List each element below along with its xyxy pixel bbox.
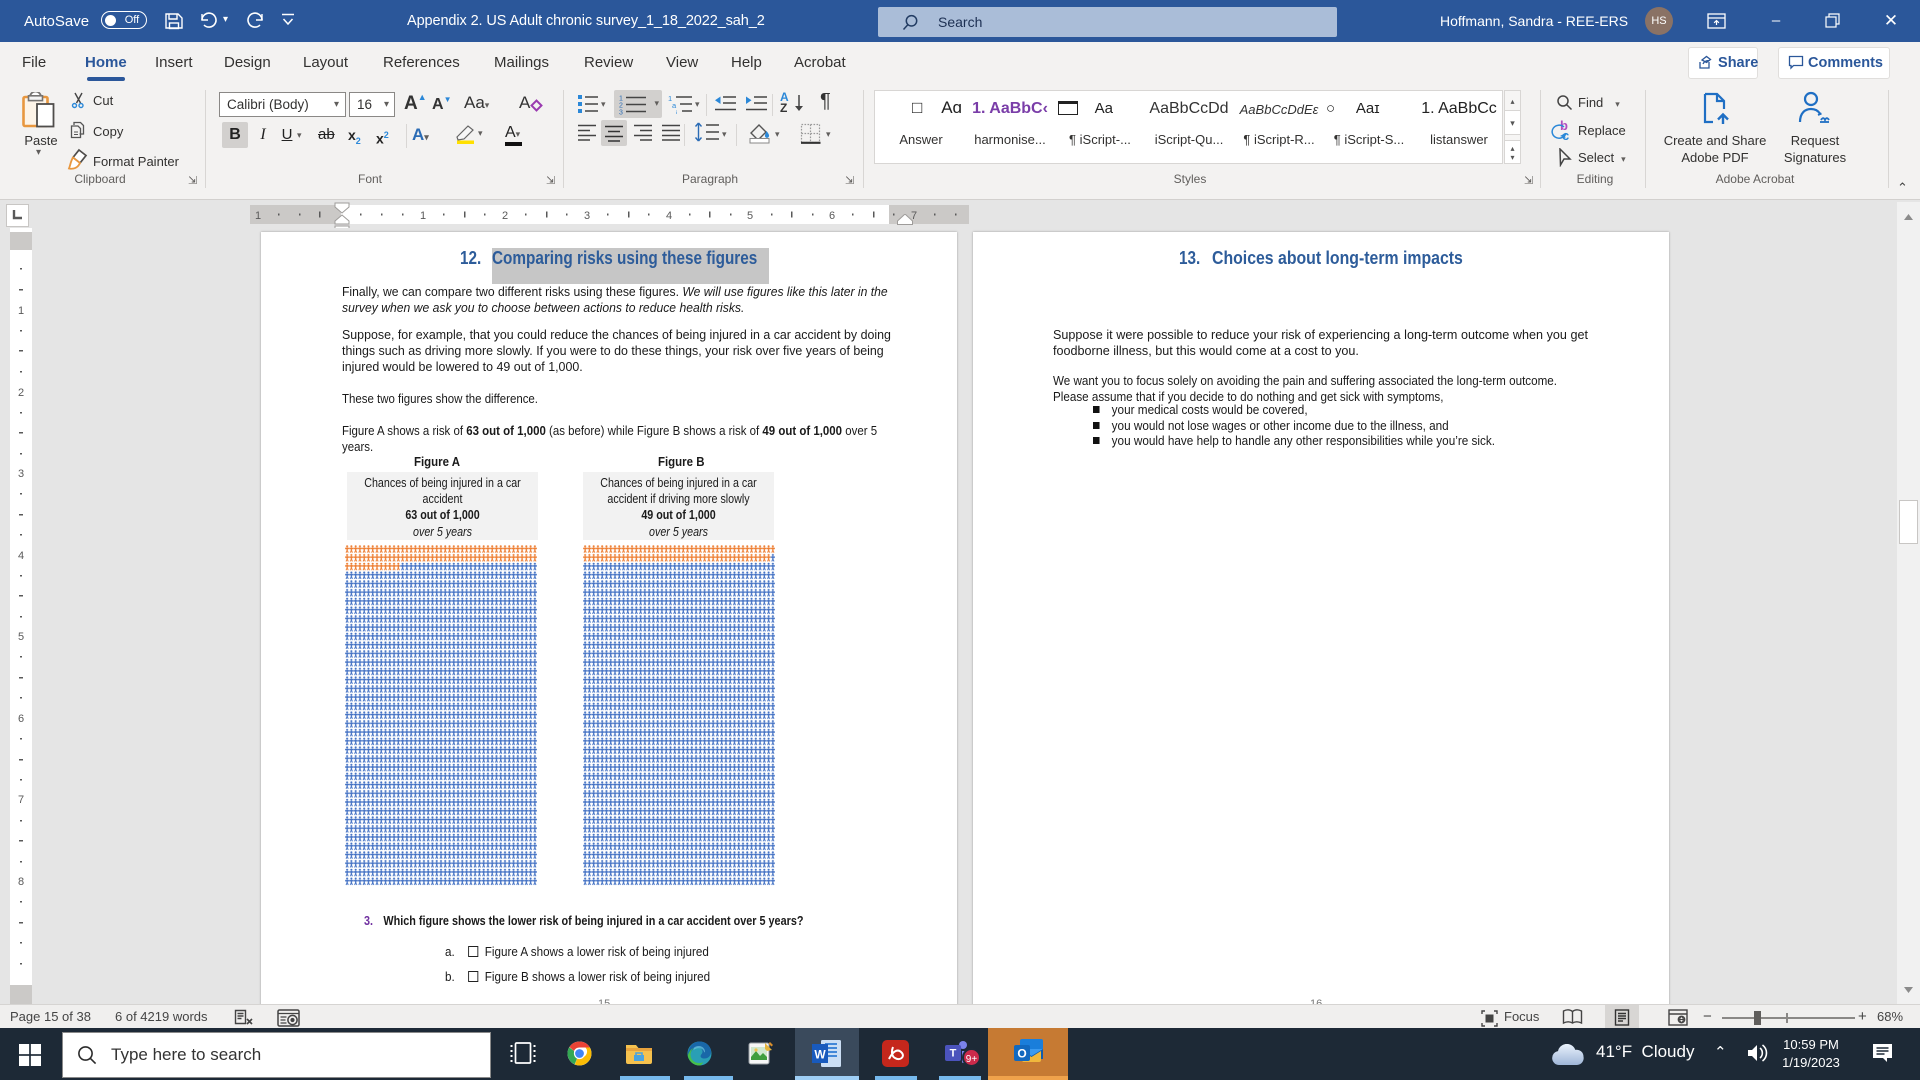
svg-text:6: 6 [829, 210, 835, 222]
svg-text:3: 3 [18, 468, 24, 480]
svg-text:4: 4 [18, 550, 24, 562]
svg-text:5: 5 [747, 210, 753, 222]
svg-text:1: 1 [18, 305, 24, 317]
svg-text:1: 1 [420, 210, 426, 222]
svg-text:4: 4 [666, 210, 672, 222]
svg-text:1: 1 [255, 210, 261, 222]
svg-text:8: 8 [18, 876, 24, 888]
svg-text:6: 6 [18, 713, 24, 725]
svg-text:W: W [814, 1048, 826, 1062]
svg-text:T: T [950, 1048, 957, 1060]
svg-text:i: i [676, 111, 677, 114]
svg-text:2: 2 [619, 103, 623, 110]
svg-text:O: O [1017, 1047, 1026, 1061]
svg-text:1: 1 [619, 96, 623, 103]
svg-text:3: 3 [584, 210, 590, 222]
svg-text:a: a [672, 101, 677, 110]
svg-text:5: 5 [18, 631, 24, 643]
svg-text:2: 2 [502, 210, 508, 222]
svg-text:3: 3 [619, 110, 623, 116]
svg-text:7: 7 [18, 794, 24, 806]
svg-text:2: 2 [18, 387, 24, 399]
